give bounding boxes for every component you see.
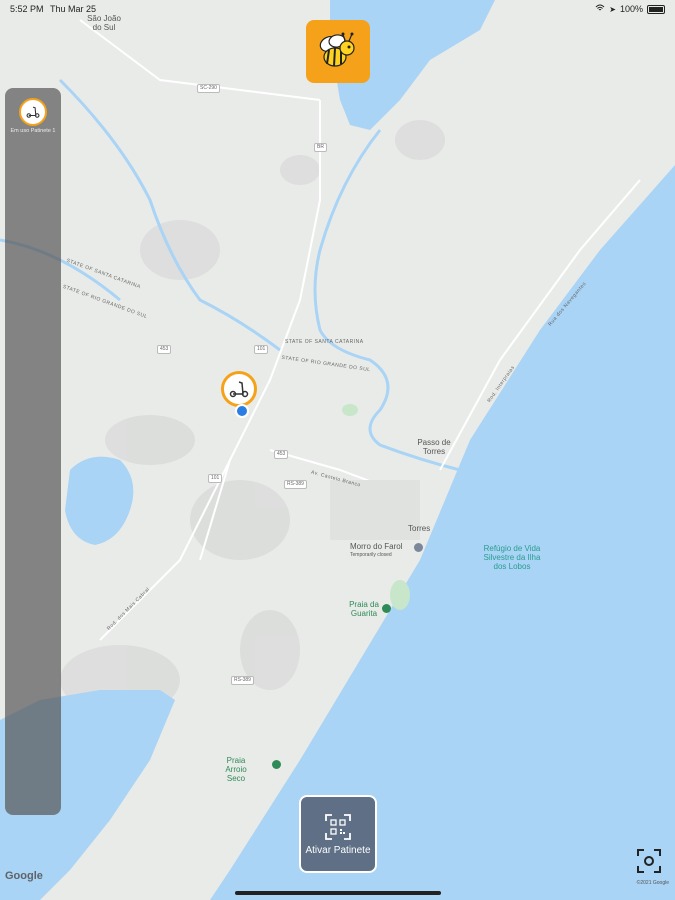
scooter-icon <box>19 98 47 126</box>
road-shield: 453 <box>157 345 172 354</box>
status-bar: 5:52 PM Thu Mar 25 ➤ 100% <box>0 0 675 18</box>
scooter-side-panel[interactable]: Em uso Patinete 1 <box>5 88 61 815</box>
road-shield: RS-389 <box>231 676 254 685</box>
qr-scan-icon <box>325 813 351 840</box>
map-label-passo-de-torres: Passo de Torres <box>417 438 451 456</box>
side-panel-item-in-use[interactable]: Em uso Patinete 1 <box>9 98 57 134</box>
app-logo-button[interactable] <box>306 20 370 83</box>
road-shield: 101 <box>254 345 269 354</box>
battery-icon <box>647 4 665 14</box>
status-right: ➤ 100% <box>595 4 665 14</box>
poi-marker-praia-arroio-seco[interactable] <box>272 760 281 769</box>
activate-scooter-button[interactable]: Ativar Patinete <box>299 795 377 873</box>
map-label-state-sc-2: STATE OF SANTA CATARINA <box>285 339 364 345</box>
current-location-dot <box>235 404 249 418</box>
poi-marker-morro-do-farol[interactable] <box>414 543 423 552</box>
wifi-icon <box>595 4 605 14</box>
map-label-morro-do-farol: Morro do Farol <box>350 542 403 551</box>
map-label-praia-arroio-seco: Praia Arroio Seco <box>225 756 247 783</box>
map-copyright: ©2021 Google <box>636 880 669 886</box>
map-label-temporarily-closed: Temporarily closed <box>350 552 392 558</box>
google-logo: Google <box>5 870 43 882</box>
map-label-refugio: Refúgio de Vida Silvestre da Ilha dos Lo… <box>483 544 541 571</box>
road-shield: SC-290 <box>197 84 220 93</box>
home-indicator[interactable] <box>235 891 441 895</box>
road-shield: 453 <box>274 450 289 459</box>
map-label-praia-da-guarita: Praia da Guarita <box>349 600 379 618</box>
road-shield: RS-389 <box>284 480 307 489</box>
road-shield: 101 <box>208 474 223 483</box>
recenter-icon <box>637 849 661 873</box>
battery-percent: 100% <box>619 4 643 14</box>
status-time: 5:52 PM <box>10 4 44 14</box>
road-shield: BR <box>314 143 327 152</box>
map-label-torres: Torres <box>408 524 431 533</box>
status-date: Thu Mar 25 <box>50 4 97 14</box>
bee-icon <box>319 32 355 67</box>
scooter-icon <box>229 381 249 398</box>
scooter-map-pin[interactable] <box>221 371 257 407</box>
location-arrow-icon: ➤ <box>609 4 616 14</box>
poi-marker-praia-da-guarita[interactable] <box>382 604 391 613</box>
recenter-button[interactable] <box>634 846 664 876</box>
map-canvas[interactable] <box>0 0 675 900</box>
side-panel-item-label: Em uso Patinete 1 <box>10 128 56 134</box>
activate-scooter-label: Ativar Patinete <box>305 844 371 856</box>
